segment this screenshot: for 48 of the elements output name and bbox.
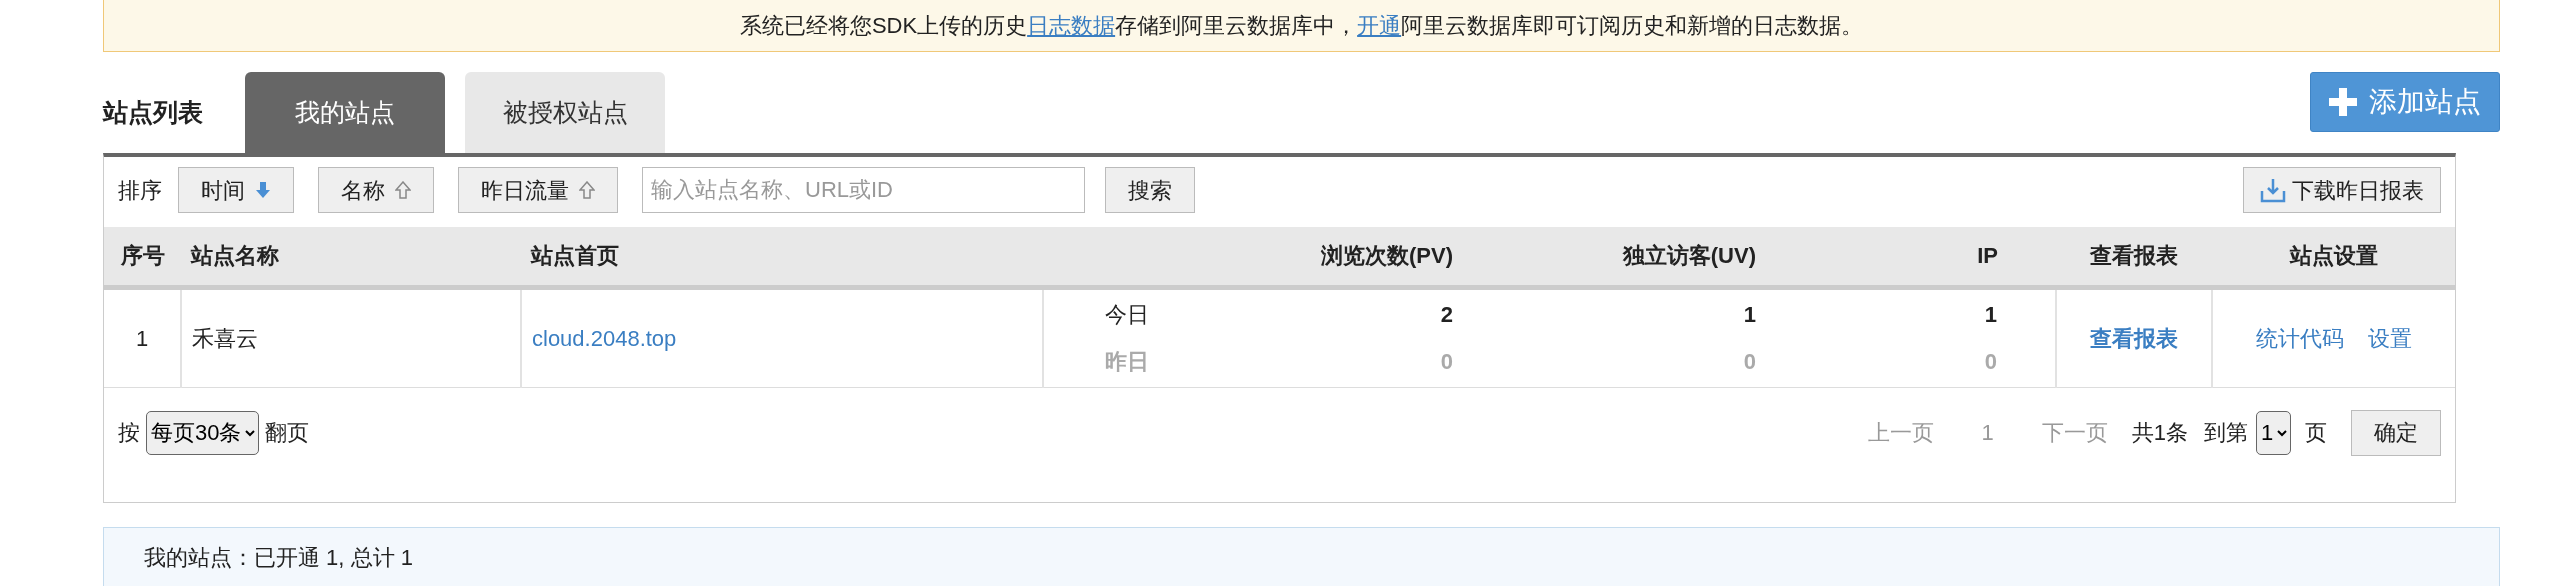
tab[interactable]: 被授权站点 — [465, 72, 665, 153]
download-report-button[interactable]: 下载昨日报表 — [2243, 167, 2441, 213]
column-header: 站点首页 — [531, 243, 619, 269]
pager-label: 按 — [118, 419, 140, 447]
homepage-link[interactable]: cloud.2048.top — [532, 325, 677, 351]
pv-value: 0 — [1439, 348, 1453, 376]
site-summary: 我的站点：已开通 1, 总计 1 — [144, 544, 413, 572]
site-name: 禾喜云 — [192, 325, 258, 351]
pv-value: 2 — [1439, 301, 1453, 329]
goto-label: 到第 — [2204, 419, 2248, 447]
column-header: 序号 — [120, 243, 165, 269]
uv-value: 1 — [1742, 301, 1756, 329]
ip-value: 1 — [1983, 301, 1997, 329]
download-icon — [2260, 177, 2286, 203]
column-header: 站点名称 — [191, 243, 279, 269]
search-button[interactable]: 搜索 — [1105, 167, 1195, 213]
column-header: 站点设置 — [2289, 243, 2378, 269]
pager-label: 翻页 — [265, 419, 309, 447]
add-site-button[interactable]: 添加站点 — [2310, 72, 2500, 132]
settings-link[interactable]: 设置 — [2368, 325, 2412, 351]
settings-link[interactable]: 统计代码 — [2256, 325, 2344, 351]
sort-button[interactable]: 时间 — [178, 167, 294, 213]
column-header: 独立访客(UV) — [1622, 243, 1756, 269]
banner-link[interactable]: 开通 — [1357, 13, 1402, 38]
sort-button[interactable]: 昨日流量 — [458, 167, 618, 213]
uv-value: 0 — [1742, 348, 1756, 376]
plus-icon — [2329, 88, 2357, 116]
page-select[interactable]: 1 — [2256, 410, 2291, 455]
ip-value: 0 — [1983, 348, 1997, 376]
row-number: 1 — [135, 325, 149, 351]
sort-button[interactable]: 名称 — [318, 167, 434, 213]
period-label: 昨日 — [1104, 348, 1150, 376]
section-heading: 站点列表 — [103, 96, 203, 128]
sort-label: 排序 — [118, 176, 162, 205]
period-label: 今日 — [1104, 301, 1150, 329]
column-header: 查看报表 — [2090, 243, 2178, 269]
report-link[interactable]: 查看报表 — [2090, 325, 2178, 351]
column-header: IP — [1977, 243, 1998, 269]
page-unit-label: 页 — [2305, 419, 2327, 447]
banner-message: 系统已经将您SDK上传的历史日志数据存储到阿里云数据库中，开通阿里云数据库即可订阅历史和新增的日志数据。 — [739, 12, 1864, 40]
total-count: 共1条 — [2131, 419, 2188, 447]
tab[interactable]: 我的站点 — [245, 72, 445, 153]
confirm-button[interactable]: 确定 — [2351, 409, 2441, 456]
page-size-select[interactable]: 每页30条 — [146, 410, 259, 455]
search-field[interactable]: 输入站点名称、URL或ID — [642, 167, 1085, 213]
page-number[interactable]: 1 — [1981, 416, 1994, 449]
column-header: 浏览次数(PV) — [1321, 243, 1453, 269]
banner-link[interactable]: 日志数据 — [1027, 13, 1116, 38]
